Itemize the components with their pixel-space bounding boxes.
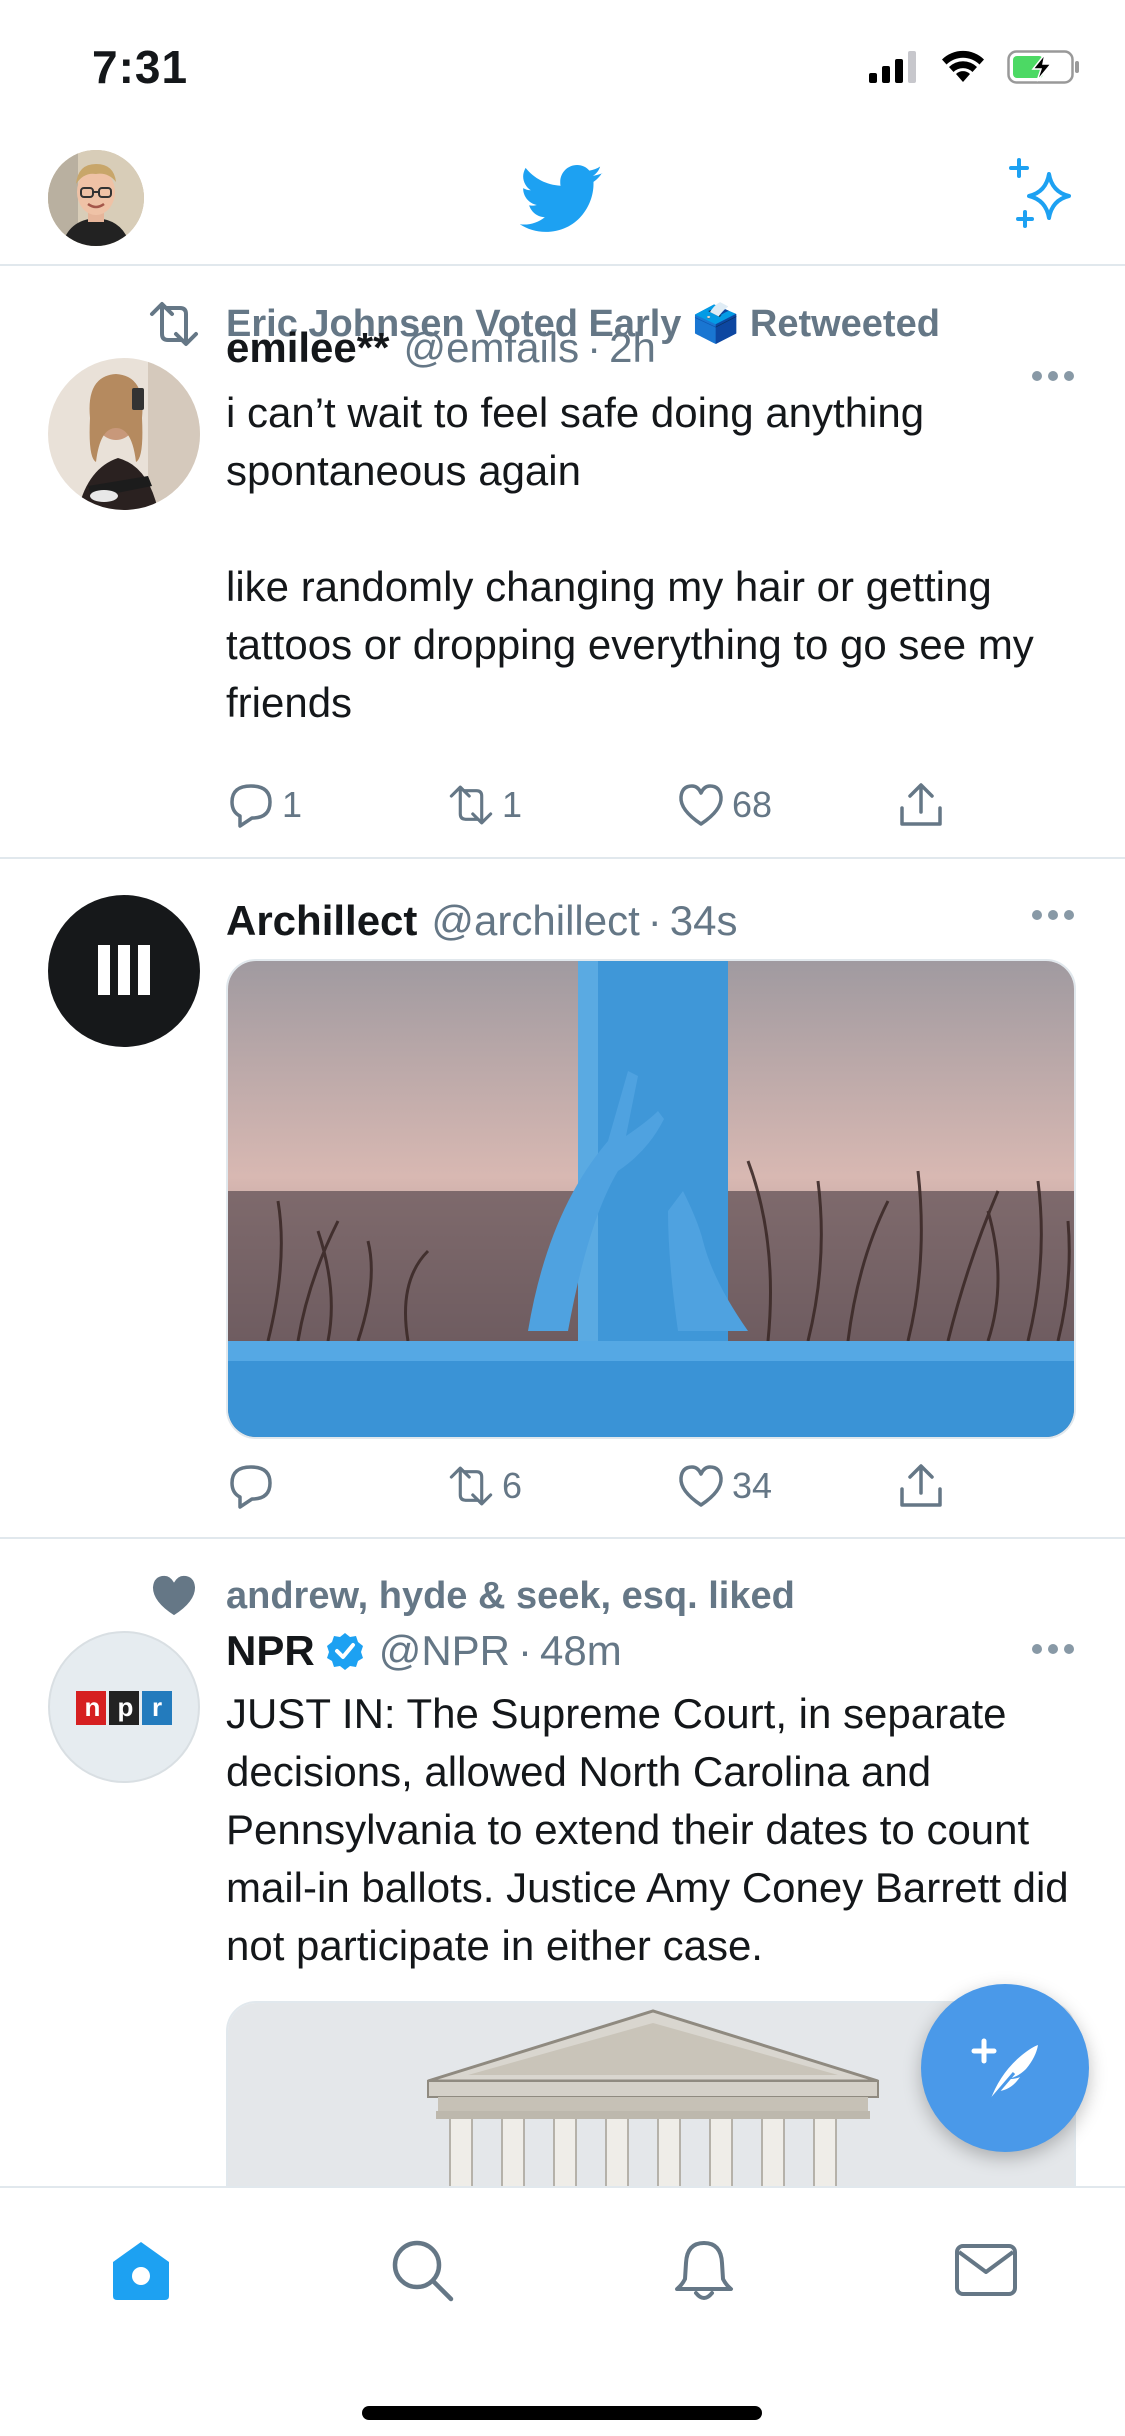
heart-icon <box>679 784 723 826</box>
tab-home[interactable] <box>101 2230 181 2310</box>
retweet-icon <box>150 302 198 346</box>
blue-pillar-hands-image <box>228 961 1074 1437</box>
reply-count: 1 <box>282 784 303 825</box>
heart-icon <box>152 1575 196 1616</box>
separator-dot: · <box>647 897 662 944</box>
tweet-header: Archillect @archillect · 34s <box>226 897 1077 945</box>
retweet-icon <box>449 1466 493 1506</box>
npr-logo-text: n p r <box>84 1692 163 1722</box>
avatar[interactable] <box>48 358 200 510</box>
notifications-icon <box>675 2241 733 2300</box>
compose-tweet-icon <box>971 2038 1038 2102</box>
tweet-text: JUST IN: The Supreme Court, in separate … <box>226 1685 1077 1975</box>
bottom-tab-bar <box>0 2186 1125 2436</box>
avatar[interactable] <box>48 895 200 1047</box>
home-icon <box>113 2242 169 2300</box>
username[interactable]: @archillect <box>431 897 639 945</box>
separator-dot: · <box>587 324 602 371</box>
tweet-text-paragraph: i can’t wait to feel safe doing anything… <box>226 389 925 494</box>
compose-tweet-button[interactable] <box>921 1984 1089 2152</box>
retweet-button[interactable]: 6 <box>446 1459 522 1513</box>
tweet-text: i can’t wait to feel safe doing anything… <box>226 384 1077 732</box>
share-icon <box>900 783 942 826</box>
share-button[interactable] <box>896 778 946 832</box>
display-name[interactable]: emilee** <box>226 324 389 372</box>
more-options-icon[interactable] <box>1031 909 1075 921</box>
tab-notifications[interactable] <box>664 2230 744 2310</box>
twitter-bird-icon[interactable] <box>520 157 604 241</box>
tweet-header: NPR @NPR · 48m <box>226 1627 1077 1675</box>
tab-search[interactable] <box>382 2230 462 2310</box>
username[interactable]: @emfails <box>403 324 579 372</box>
tweet[interactable]: Eric Johnsen Voted Early 🗳️ Retweeted em… <box>0 266 1125 859</box>
status-icons <box>869 50 1081 84</box>
tweet-actions: 6 34 <box>226 1459 966 1513</box>
reply-button[interactable] <box>226 1459 282 1513</box>
display-name[interactable]: NPR <box>226 1627 315 1675</box>
avatar[interactable]: n p r <box>48 1631 200 1783</box>
timestamp[interactable]: 2h <box>609 324 656 372</box>
retweet-count: 6 <box>502 1465 523 1506</box>
more-options-icon[interactable] <box>1031 370 1075 382</box>
tweet-actions: 1 1 68 <box>226 778 966 832</box>
reply-icon <box>230 1465 272 1509</box>
heart-icon <box>679 1465 723 1507</box>
signal-icon <box>869 51 916 83</box>
like-button[interactable]: 34 <box>676 1459 772 1513</box>
sparkle-icon[interactable] <box>1005 156 1085 236</box>
retweet-button[interactable]: 1 <box>446 778 522 832</box>
home-indicator[interactable] <box>362 2406 762 2420</box>
timeline-feed[interactable]: Eric Johnsen Voted Early 🗳️ Retweeted em… <box>0 266 1125 2186</box>
status-bar: 7:31 <box>0 0 1125 132</box>
timestamp[interactable]: 34s <box>670 897 738 945</box>
profile-avatar[interactable] <box>48 150 144 246</box>
retweet-count: 1 <box>502 784 523 825</box>
retweet-icon <box>449 785 493 825</box>
tweet-text-paragraph: like randomly changing my hair or gettin… <box>226 563 1034 726</box>
like-button[interactable]: 68 <box>676 778 772 832</box>
social-context[interactable]: andrew, hyde & seek, esq. liked <box>226 1575 795 1618</box>
battery-charging-icon <box>1007 50 1079 84</box>
share-icon <box>900 1464 942 1507</box>
share-button[interactable] <box>896 1459 946 1513</box>
tweet-header: emilee** @emfails · 2h <box>226 324 1077 372</box>
reply-button[interactable]: 1 <box>226 778 302 832</box>
like-count: 34 <box>732 1465 773 1506</box>
verified-badge-icon <box>326 1633 363 1670</box>
display-name[interactable]: Archillect <box>226 897 417 945</box>
timestamp[interactable]: 48m <box>540 1627 622 1675</box>
username[interactable]: @NPR <box>379 1627 510 1675</box>
tab-messages[interactable] <box>946 2230 1026 2310</box>
more-options-icon[interactable] <box>1031 1643 1075 1655</box>
reply-icon <box>230 784 272 828</box>
like-count: 68 <box>732 784 773 825</box>
wifi-icon <box>942 50 984 82</box>
tweet[interactable]: Archillect @archillect · 34s 6 34 <box>0 859 1125 1539</box>
tweet-media-image[interactable] <box>226 959 1076 1439</box>
top-header <box>0 132 1125 266</box>
status-time: 7:31 <box>92 41 189 93</box>
messages-icon <box>955 2244 1017 2296</box>
separator-dot: · <box>518 1627 532 1674</box>
tweet-text-paragraph: JUST IN: The Supreme Court, in separate … <box>226 1690 1069 1969</box>
archillect-logo <box>98 945 150 995</box>
search-icon <box>392 2240 454 2302</box>
